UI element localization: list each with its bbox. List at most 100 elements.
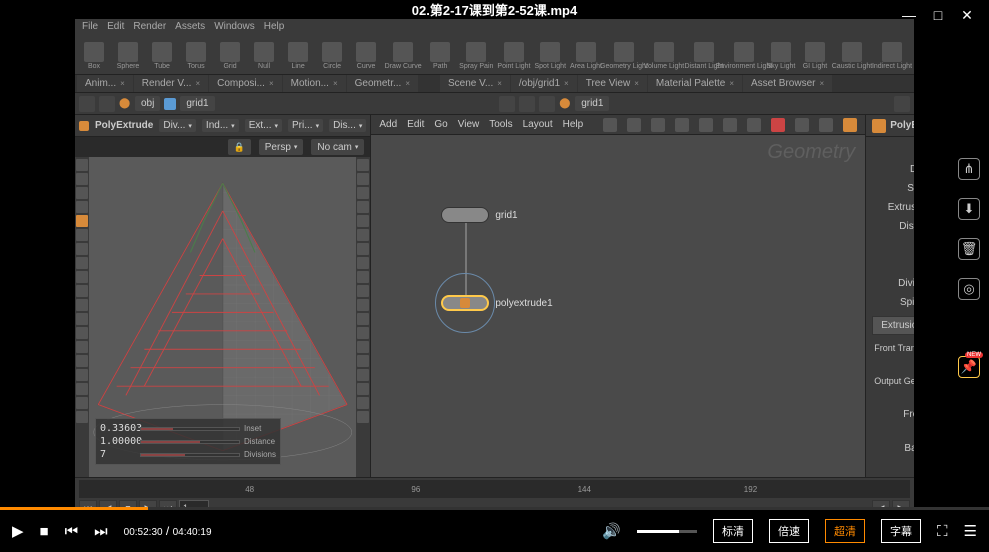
pane-tab[interactable]: Motion... ×	[283, 75, 346, 92]
fullscreen-button[interactable]: ⛶	[937, 523, 948, 540]
menu-item[interactable]: Render	[130, 21, 169, 35]
quality-sd-button[interactable]: 标清	[713, 519, 753, 543]
shelf-gi-light[interactable]: GI Light	[800, 39, 830, 73]
menu-help[interactable]: Help	[563, 119, 584, 130]
tool-icon[interactable]	[76, 355, 88, 367]
shelf-volume-light[interactable]: Volume Light	[646, 39, 682, 73]
nav-btn[interactable]	[539, 96, 555, 112]
pane-tab[interactable]: Asset Browser ×	[743, 75, 832, 92]
progress-bar[interactable]	[0, 507, 989, 510]
shelf-tube[interactable]: Tube	[147, 39, 177, 73]
node-grid[interactable]: grid1	[441, 207, 517, 223]
handle-tool[interactable]	[76, 215, 88, 227]
move-tool[interactable]	[76, 173, 88, 185]
subtitle-button[interactable]: 字幕	[881, 519, 921, 543]
volume-slider[interactable]	[637, 530, 697, 533]
display-tool[interactable]	[357, 243, 369, 255]
shelf-caustic-light[interactable]: Caustic Light	[834, 39, 870, 73]
pane-tab[interactable]: Render V... ×	[134, 75, 208, 92]
prev-button[interactable]: ⏮	[65, 523, 79, 540]
pane-tab[interactable]: Composi... ×	[209, 75, 281, 92]
net-tool-icon[interactable]	[747, 118, 761, 132]
menu-item[interactable]: Windows	[211, 21, 258, 35]
shelf-circle[interactable]: Circle	[317, 39, 347, 73]
volume-icon[interactable]: 🔊	[602, 522, 621, 540]
display-tool[interactable]	[357, 257, 369, 269]
shelf-line[interactable]: Line	[283, 39, 313, 73]
close-button[interactable]: ✕	[960, 8, 974, 22]
playlist-button[interactable]: ☰	[964, 522, 977, 540]
3d-viewport[interactable]: 0.33603Inset1.00000Distance7Divisions	[89, 157, 356, 477]
display-tool[interactable]	[357, 187, 369, 199]
menu-go[interactable]: Go	[434, 119, 447, 130]
network-canvas[interactable]: Geometry grid1 polyextrude1	[371, 135, 865, 477]
display-tool[interactable]	[357, 327, 369, 339]
tool-icon[interactable]	[76, 369, 88, 381]
path-segment[interactable]: obj	[135, 96, 160, 111]
lock-toggle[interactable]: 🔒	[228, 139, 251, 155]
tool-icon[interactable]	[76, 313, 88, 325]
display-tool[interactable]	[357, 383, 369, 395]
vp-dropdown[interactable]: Ind...▾	[202, 119, 239, 132]
display-tool[interactable]	[357, 411, 369, 423]
path-segment[interactable]: grid1	[575, 96, 609, 111]
shelf-box[interactable]: Box	[79, 39, 109, 73]
tool-icon[interactable]	[76, 383, 88, 395]
net-tool-icon[interactable]	[675, 118, 689, 132]
display-tool[interactable]	[357, 159, 369, 171]
pane-tab[interactable]: /obj/grid1 ×	[511, 75, 577, 92]
share-icon[interactable]: ⋔	[958, 158, 980, 180]
net-tool-icon[interactable]	[699, 118, 713, 132]
pane-tab[interactable]: Geometr... ×	[347, 75, 418, 92]
shelf-area-light[interactable]: Area Light	[570, 39, 602, 73]
delete-icon[interactable]: 🗑	[958, 238, 980, 260]
menu-tools[interactable]: Tools	[489, 119, 512, 130]
tool-icon[interactable]	[76, 229, 88, 241]
net-tool-icon[interactable]	[771, 118, 785, 132]
play-pause-button[interactable]: ▶	[12, 522, 24, 540]
node-polyextrude[interactable]: polyextrude1	[441, 295, 552, 311]
net-tool-icon[interactable]	[651, 118, 665, 132]
tool-icon[interactable]	[76, 411, 88, 423]
download-icon[interactable]: ⬇	[958, 198, 980, 220]
menu-item[interactable]: Help	[261, 21, 288, 35]
net-tool-icon[interactable]	[603, 118, 617, 132]
menu-edit[interactable]: Edit	[407, 119, 424, 130]
display-tool[interactable]	[357, 215, 369, 227]
tool-icon[interactable]	[76, 327, 88, 339]
menu-item[interactable]: Assets	[172, 21, 208, 35]
display-tool[interactable]	[357, 369, 369, 381]
shelf-geometry-light[interactable]: Geometry Light	[606, 39, 642, 73]
tab-extrusion[interactable]: Extrusion	[872, 316, 914, 335]
pane-tab[interactable]: Tree View ×	[578, 75, 647, 92]
display-tool[interactable]	[357, 299, 369, 311]
shelf-null[interactable]: Null	[249, 39, 279, 73]
shelf-spot-light[interactable]: Spot Light	[535, 39, 567, 73]
nav-back-button[interactable]	[79, 96, 95, 112]
net-help-icon[interactable]	[843, 118, 857, 132]
pin-icon[interactable]: 📌NEW	[958, 356, 980, 378]
display-tool[interactable]	[357, 341, 369, 353]
shelf-curve[interactable]: Curve	[351, 39, 381, 73]
net-tool-icon[interactable]	[627, 118, 641, 132]
pane-tab[interactable]: Scene V... ×	[440, 75, 510, 92]
net-tool-icon[interactable]	[723, 118, 737, 132]
timeline-ruler[interactable]: 48 96 144 192	[79, 480, 910, 498]
display-tool[interactable]	[357, 201, 369, 213]
quality-hd-button[interactable]: 超清	[825, 519, 865, 543]
camera-dropdown[interactable]: No cam▾	[311, 139, 364, 155]
display-tool[interactable]	[357, 313, 369, 325]
display-tool[interactable]	[357, 173, 369, 185]
tool-icon[interactable]	[76, 257, 88, 269]
next-button[interactable]: ⏭	[94, 523, 108, 540]
shelf-sphere[interactable]: Sphere	[113, 39, 143, 73]
vp-dropdown[interactable]: Ext...▾	[245, 119, 282, 132]
display-tool[interactable]	[357, 355, 369, 367]
nav-btn[interactable]	[499, 96, 515, 112]
display-tool[interactable]	[357, 229, 369, 241]
path-segment[interactable]: grid1	[180, 96, 214, 111]
nav-btn[interactable]	[519, 96, 535, 112]
scale-tool[interactable]	[76, 201, 88, 213]
vp-dropdown[interactable]: Div...▾	[159, 119, 196, 132]
shelf-draw-curve[interactable]: Draw Curve	[385, 39, 421, 73]
